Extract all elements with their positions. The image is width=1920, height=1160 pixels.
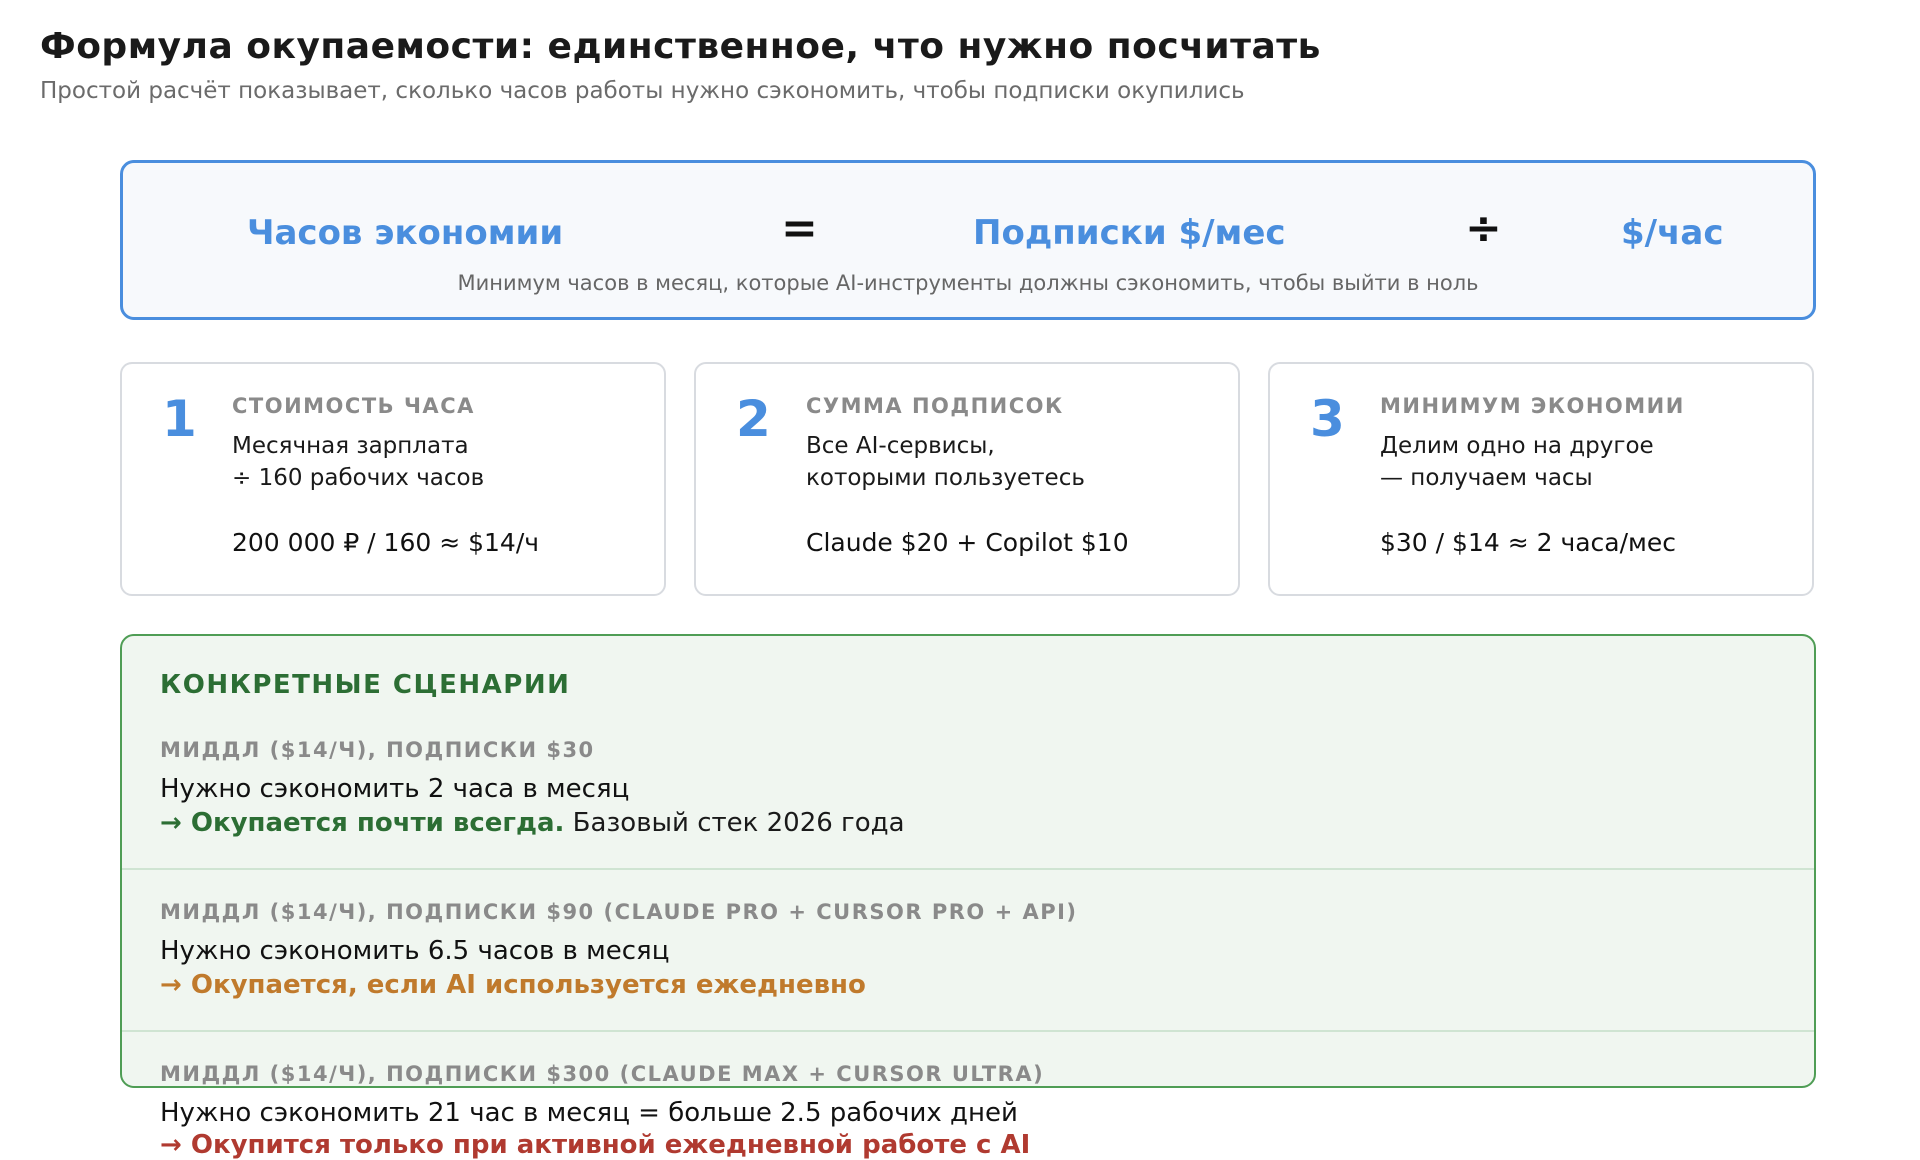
step-description: Все AI-сервисы, которыми пользуетесь <box>806 430 1085 494</box>
step-card-3: 3 МИНИМУМ ЭКОНОМИИ Делим одно на другое … <box>1268 362 1814 596</box>
scenarios-title: КОНКРЕТНЫЕ СЦЕНАРИИ <box>160 670 571 700</box>
step-number: 3 <box>1310 390 1345 448</box>
formula-subscriptions-term: Подписки $/мес <box>973 213 1286 253</box>
formula-equals-sign: = <box>781 203 818 254</box>
step-description: Делим одно на другое — получаем часы <box>1380 430 1654 494</box>
scenario-verdict-text: → Окупается, если AI используется ежедне… <box>160 970 866 1000</box>
step-description-line: Все AI-сервисы, <box>806 433 995 459</box>
scenario-requirement: Нужно сэкономить 21 час в месяц = больше… <box>160 1098 1018 1128</box>
page-subtitle: Простой расчёт показывает, сколько часов… <box>40 78 1245 104</box>
formula-box: Часов экономии = Подписки $/мес ÷ $/час … <box>120 160 1816 320</box>
scenario-verdict: → Окупается почти всегда. Базовый стек 2… <box>160 808 905 838</box>
step-example: 200 000 ₽ / 160 ≈ $14/ч <box>232 528 540 557</box>
step-description-line: — получаем часы <box>1380 465 1593 491</box>
step-description-line: которыми пользуетесь <box>806 465 1085 491</box>
scenario-verdict-text: → Окупается почти всегда. <box>160 808 565 838</box>
scenario-label: МИДДЛ ($14/ч), ПОДПИСКИ $300 (Claude Max… <box>160 1062 1045 1086</box>
step-example: Claude $20 + Copilot $10 <box>806 528 1129 557</box>
step-card-1: 1 СТОИМОСТЬ ЧАСА Месячная зарплата ÷ 160… <box>120 362 666 596</box>
step-number: 2 <box>736 390 771 448</box>
step-heading: СТОИМОСТЬ ЧАСА <box>232 394 475 418</box>
page-title: Формула окупаемости: единственное, что н… <box>40 26 1321 67</box>
scenario-label: МИДДЛ ($14/ч), ПОДПИСКИ $90 (Claude Pro … <box>160 900 1078 924</box>
scenario-label: МИДДЛ ($14/ч), ПОДПИСКИ $30 <box>160 738 595 762</box>
formula-divide-sign: ÷ <box>1465 203 1502 254</box>
scenario-verdict-note: Базовый стек 2026 года <box>564 808 905 838</box>
step-example: $30 / $14 ≈ 2 часа/мес <box>1380 528 1677 557</box>
step-description-line: Месячная зарплата <box>232 433 469 459</box>
scenario-divider <box>122 868 1814 870</box>
step-number: 1 <box>162 390 197 448</box>
step-heading: МИНИМУМ ЭКОНОМИИ <box>1380 394 1685 418</box>
step-heading: СУММА ПОДПИСОК <box>806 394 1064 418</box>
scenario-verdict: → Окупается, если AI используется ежедне… <box>160 970 866 1000</box>
scenario-requirement: Нужно сэкономить 6.5 часов в месяц <box>160 936 670 966</box>
scenarios-panel <box>120 634 1816 1088</box>
scenario-divider <box>122 1030 1814 1032</box>
step-description-line: Делим одно на другое <box>1380 433 1654 459</box>
formula-caption: Минимум часов в месяц, которые AI-инстру… <box>457 271 1479 295</box>
scenario-verdict: → Окупится только при активной ежедневно… <box>160 1130 1030 1160</box>
scenario-requirement: Нужно сэкономить 2 часа в месяц <box>160 774 630 804</box>
step-card-2: 2 СУММА ПОДПИСОК Все AI-сервисы, которым… <box>694 362 1240 596</box>
formula-rate-term: $/час <box>1621 213 1724 253</box>
step-description: Месячная зарплата ÷ 160 рабочих часов <box>232 430 484 494</box>
step-description-line: ÷ 160 рабочих часов <box>232 465 485 491</box>
scenario-verdict-text: → Окупится только при активной ежедневно… <box>160 1130 1031 1160</box>
formula-hours-term: Часов экономии <box>247 213 564 253</box>
